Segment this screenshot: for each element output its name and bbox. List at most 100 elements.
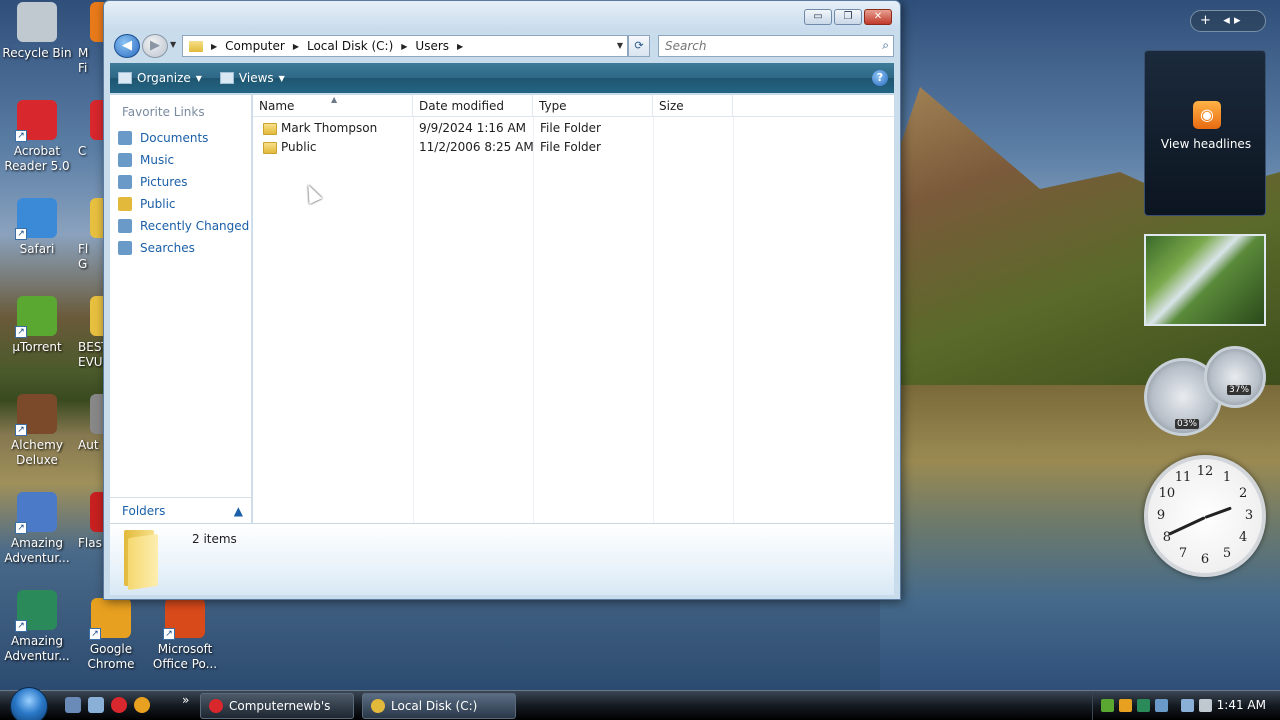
desktop-icon[interactable]: ↗ Acrobat Reader 5.0 xyxy=(0,100,74,174)
switch-windows-icon[interactable] xyxy=(88,697,104,713)
file-row[interactable]: Mark Thompson 9/9/2024 1:16 AM File Folder xyxy=(253,119,894,138)
quick-launch-overflow[interactable]: » xyxy=(182,693,189,707)
chevron-up-icon: ▲ xyxy=(233,503,243,518)
shortcut-arrow-icon: ↗ xyxy=(15,424,27,436)
desktop-icon[interactable]: BEST EVU xyxy=(74,296,104,370)
address-bar[interactable]: ▶ Computer ▶ Local Disk (C:) ▶ Users ▶ ▼ xyxy=(182,35,628,57)
file-name[interactable]: Public xyxy=(281,138,317,157)
minimize-button[interactable]: ▭ xyxy=(804,9,832,25)
add-gadget-button[interactable]: + xyxy=(1200,13,1211,28)
file-row[interactable]: Public 11/2/2006 8:25 AM File Folder xyxy=(253,138,894,157)
breadcrumb-local-disk[interactable]: Local Disk (C:) xyxy=(307,39,393,53)
app-tray-icon[interactable] xyxy=(1155,699,1168,712)
file-name[interactable]: Mark Thompson xyxy=(281,119,377,138)
favorite-link-pictures[interactable]: Pictures xyxy=(110,171,251,193)
close-button[interactable]: ✕ xyxy=(864,9,892,25)
search-icon[interactable]: ⌕ xyxy=(882,38,889,53)
folders-toggle[interactable]: Folders ▲ xyxy=(110,497,251,523)
clock-numeral: 11 xyxy=(1174,469,1192,485)
favorite-link-documents[interactable]: Documents xyxy=(110,127,251,149)
favorite-link-recently-changed[interactable]: Recently Changed xyxy=(110,215,251,237)
organize-label: Organize xyxy=(137,71,191,85)
connection-tray-icon[interactable] xyxy=(1181,699,1194,712)
refresh-button[interactable]: ⟳ xyxy=(628,35,650,57)
folder-icon xyxy=(118,175,132,189)
back-button[interactable]: ◀ xyxy=(114,34,140,58)
favorite-link-public[interactable]: Public xyxy=(110,193,251,215)
views-button[interactable]: Views ▼ xyxy=(219,71,285,85)
address-row: ◀ ▶ ▼ ▶ Computer ▶ Local Disk (C:) ▶ Use… xyxy=(112,33,894,59)
desktop-icon[interactable]: ↗ µTorrent xyxy=(0,296,74,355)
taskbar-button-label: Computernewb's In... xyxy=(229,699,331,713)
organize-button[interactable]: Organize ▼ xyxy=(118,71,202,85)
app-icon xyxy=(90,198,104,238)
taskbar-clock[interactable]: 1:41 AM xyxy=(1217,698,1266,712)
desktop-icon[interactable]: Fl G xyxy=(74,198,104,272)
chevron-right-icon[interactable]: ▶ xyxy=(211,42,217,51)
chevron-down-icon: ▼ xyxy=(278,73,285,83)
chrome-icon[interactable] xyxy=(134,697,150,713)
desktop-icon[interactable]: Flas xyxy=(74,492,104,551)
chevron-right-icon[interactable]: ▶ xyxy=(293,42,299,51)
desktop-icon[interactable]: ↗ Amazing Adventur... xyxy=(0,590,74,664)
shortcut-arrow-icon: ↗ xyxy=(15,130,27,142)
security-tray-icon[interactable] xyxy=(1119,699,1132,712)
network-tray-icon[interactable] xyxy=(1101,699,1114,712)
feed-headlines-gadget[interactable]: ◉ View headlines xyxy=(1144,50,1266,216)
view-headlines-label[interactable]: View headlines xyxy=(1145,137,1267,151)
search-input[interactable] xyxy=(659,36,859,56)
recent-pages-dropdown[interactable]: ▼ xyxy=(170,40,176,49)
desktop-icon[interactable]: Aut xyxy=(74,394,104,453)
taskbar-button[interactable]: Computernewb's In... xyxy=(200,693,354,719)
desktop-icon[interactable]: Recycle Bin xyxy=(0,2,74,61)
chevron-right-icon[interactable]: ▶ xyxy=(401,42,407,51)
desktop-icon-label: Amazing Adventur... xyxy=(4,536,70,565)
opera-icon[interactable] xyxy=(111,697,127,713)
desktop-icon-label: Amazing Adventur... xyxy=(4,634,70,663)
forward-button[interactable]: ▶ xyxy=(142,34,168,58)
breadcrumb-computer[interactable]: Computer xyxy=(225,39,285,53)
details-pane: 2 items xyxy=(110,523,894,595)
favorite-link-music[interactable]: Music xyxy=(110,149,251,171)
folder-icon xyxy=(118,241,132,255)
desktop-icon[interactable]: ↗ Safari xyxy=(0,198,74,257)
file-list[interactable]: Name ▲ Date modified Type Size Mark Thomp… xyxy=(253,95,894,523)
shortcut-arrow-icon: ↗ xyxy=(15,326,27,338)
column-header-date-modified[interactable]: Date modified xyxy=(413,95,533,117)
clock-numeral: 7 xyxy=(1178,546,1188,562)
explorer-window[interactable]: ▭ ❐ ✕ ◀ ▶ ▼ ▶ Computer ▶ Local Disk (C:)… xyxy=(103,0,901,600)
slideshow-gadget[interactable] xyxy=(1144,234,1266,326)
desktop-icon[interactable]: ↗ Alchemy Deluxe xyxy=(0,394,74,468)
address-dropdown-icon[interactable]: ▼ xyxy=(617,41,623,50)
desktop-icon-label: Recycle Bin xyxy=(2,46,72,60)
desktop-icon[interactable]: M Fi xyxy=(74,2,104,76)
desktop-icon-label: C xyxy=(78,144,87,158)
search-box[interactable]: ⌕ xyxy=(658,35,894,57)
breadcrumb-users[interactable]: Users xyxy=(415,39,449,53)
volume-icon[interactable] xyxy=(1199,699,1212,712)
desktop-icon-label: Flas xyxy=(78,536,102,550)
column-header-name[interactable]: Name ▲ xyxy=(253,95,413,117)
app-icon xyxy=(90,2,104,42)
taskbar-button[interactable]: Local Disk (C:) xyxy=(362,693,516,719)
help-button[interactable]: ? xyxy=(872,70,888,86)
shortcut-arrow-icon: ↗ xyxy=(15,620,27,632)
utorrent-tray-icon[interactable] xyxy=(1137,699,1150,712)
maximize-button[interactable]: ❐ xyxy=(834,9,862,25)
desktop-icon[interactable]: ↗ Microsoft Office Po... xyxy=(148,598,222,672)
column-header-size[interactable]: Size xyxy=(653,95,733,117)
start-button[interactable] xyxy=(10,687,48,720)
favorite-link-searches[interactable]: Searches xyxy=(110,237,251,259)
clock-gadget: 12 1 2 3 4 5 6 7 8 9 10 11 xyxy=(1144,455,1266,577)
app-icon xyxy=(371,699,385,713)
file-type: File Folder xyxy=(540,140,601,154)
chevron-right-icon[interactable]: ▶ xyxy=(457,42,463,51)
desktop-icon[interactable]: ↗ Google Chrome xyxy=(74,598,148,672)
title-bar[interactable]: ▭ ❐ ✕ xyxy=(104,1,900,31)
column-header-type[interactable]: Type xyxy=(533,95,653,117)
desktop-icon[interactable]: ↗ Amazing Adventur... xyxy=(0,492,74,566)
show-desktop-icon[interactable] xyxy=(65,697,81,713)
sidebar-controls[interactable]: + ◂ ▸ xyxy=(1190,10,1266,32)
favorite-link-label: Searches xyxy=(140,241,195,255)
desktop-icon[interactable]: C xyxy=(74,100,104,159)
